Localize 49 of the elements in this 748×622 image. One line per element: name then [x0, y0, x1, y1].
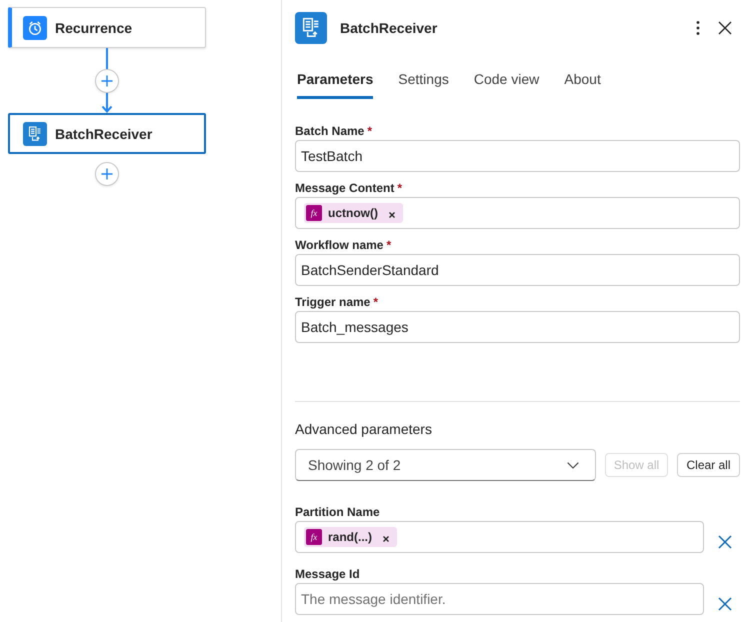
remove-token-icon[interactable]	[389, 212, 395, 218]
action-button[interactable]: Clear all	[677, 453, 740, 477]
clock-icon	[23, 16, 47, 40]
section-heading: Advanced parameters	[295, 421, 433, 437]
document-icon	[23, 122, 47, 146]
function-tag: fx	[306, 529, 322, 545]
field-label: Batch Name	[295, 123, 364, 139]
text-field[interactable]: TestBatch	[295, 140, 740, 172]
add-step-button[interactable]	[95, 69, 119, 93]
workflow-step-card[interactable]: Recurrence	[8, 7, 206, 48]
expression-token[interactable]: fx rand(...)	[304, 527, 397, 547]
step-title: Recurrence	[55, 20, 132, 36]
field-label: Message Content	[295, 180, 394, 196]
chevron-down-icon	[567, 462, 579, 468]
remove-token-icon[interactable]	[383, 536, 389, 542]
tab[interactable]: About	[564, 66, 601, 99]
token-label: uctnow()	[328, 206, 378, 220]
workflow-step-card[interactable]: BatchReceiver	[8, 113, 206, 154]
field-label: Workflow name	[295, 237, 384, 253]
required-mark: *	[367, 123, 372, 139]
more-options-icon[interactable]	[696, 20, 700, 36]
tab[interactable]: Parameters	[297, 66, 374, 99]
tab[interactable]: Settings	[398, 66, 449, 99]
text-field[interactable]: BatchSenderStandard	[295, 254, 740, 286]
panel-title: BatchReceiver	[340, 20, 438, 36]
text-field[interactable]: The message identifier.	[295, 583, 704, 615]
token-field[interactable]: fx rand(...)	[295, 521, 704, 553]
close-icon[interactable]	[718, 21, 732, 35]
plus-icon	[101, 75, 113, 87]
add-step-button[interactable]	[95, 162, 119, 186]
required-mark: *	[397, 180, 402, 196]
required-mark: *	[373, 294, 378, 310]
remove-icon[interactable]	[718, 535, 732, 549]
tab[interactable]: Code view	[474, 66, 540, 99]
field-label: Trigger name	[295, 294, 370, 310]
text-field[interactable]: Batch_messages	[295, 311, 740, 343]
field-label: Partition Name	[295, 504, 380, 520]
required-mark: *	[386, 237, 392, 253]
parameters-dropdown[interactable]: Showing 2 of 2	[295, 449, 596, 481]
connector-arrow	[100, 48, 114, 113]
token-label: rand(...)	[328, 530, 372, 544]
expression-token[interactable]: fx uctnow()	[304, 203, 403, 223]
document-icon	[295, 12, 327, 44]
plus-icon	[101, 168, 113, 180]
function-tag: fx	[306, 205, 322, 221]
field-label: Message Id	[295, 566, 360, 582]
remove-icon[interactable]	[718, 597, 732, 611]
token-field[interactable]: fx uctnow()	[295, 197, 740, 229]
step-title: BatchReceiver	[55, 126, 152, 142]
